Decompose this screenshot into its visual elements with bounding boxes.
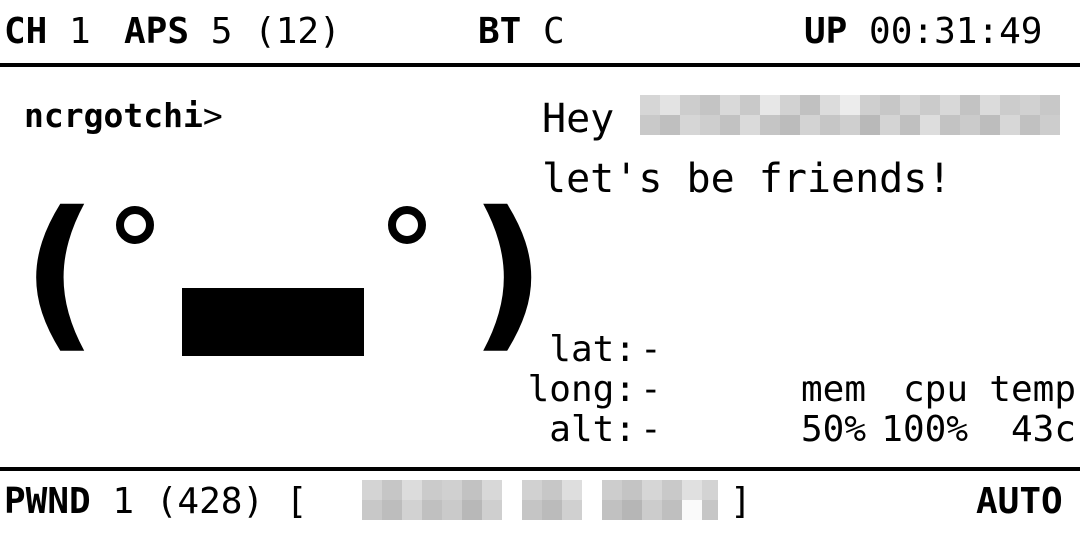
uptime-label: UP: [804, 11, 848, 52]
pwnd-value: 1 (428): [112, 481, 265, 522]
temp-value: 43c: [1010, 409, 1076, 450]
cpu-label: cpu: [902, 369, 968, 410]
gps-lat-label: lat:: [549, 329, 636, 370]
pixelated-name-redaction: [640, 95, 1060, 141]
channel-status: CH 1: [4, 10, 91, 54]
cpu-value: 100%: [881, 409, 968, 450]
last-pwnd-bracket-open: [: [285, 481, 308, 522]
gps-lat-value: -: [640, 329, 662, 370]
channel-label: CH: [4, 11, 48, 52]
gps-long-value: -: [640, 369, 662, 410]
bottom-divider: [0, 467, 1080, 471]
mem-label: mem: [800, 369, 866, 410]
face-left-paren: (: [22, 176, 98, 368]
pwnd-label: PWND: [4, 481, 91, 522]
face-mouth: [182, 288, 364, 356]
aps-value: 5 (12): [210, 11, 341, 52]
aps-status: APS 5 (12): [124, 10, 341, 54]
mode-indicator: AUTO: [976, 481, 1063, 522]
speech-message: let's be friends!: [542, 156, 952, 202]
temp-label: temp: [989, 369, 1076, 410]
bt-value: C: [543, 11, 565, 52]
device-name: ncrgotchi>: [24, 96, 223, 136]
pixelated-network-redaction: [362, 480, 718, 520]
top-divider: [0, 63, 1080, 67]
bt-label: BT: [478, 11, 522, 52]
speech-greeting-line: Hey: [542, 96, 614, 142]
speech-greeting: Hey: [542, 96, 615, 142]
aps-label: APS: [124, 11, 190, 52]
device-name-label: ncrgotchi: [24, 96, 203, 135]
gps-alt-label: alt:: [549, 409, 636, 450]
gps-long-label: long:: [527, 369, 636, 410]
last-pwnd-bracket-close: ]: [730, 481, 752, 522]
right-eye: [388, 206, 426, 244]
channel-value: 1: [69, 11, 91, 52]
pwnd-status: PWND 1 (428) [: [4, 480, 307, 524]
uptime-status: UP 00:31:49: [804, 10, 1042, 54]
left-eye: [116, 206, 154, 244]
uptime-value: 00:31:49: [869, 11, 1043, 52]
prompt-symbol: >: [202, 96, 223, 135]
bluetooth-status: BT C: [478, 10, 565, 54]
gps-alt-value: -: [640, 409, 662, 450]
mem-value: 50%: [800, 409, 866, 450]
